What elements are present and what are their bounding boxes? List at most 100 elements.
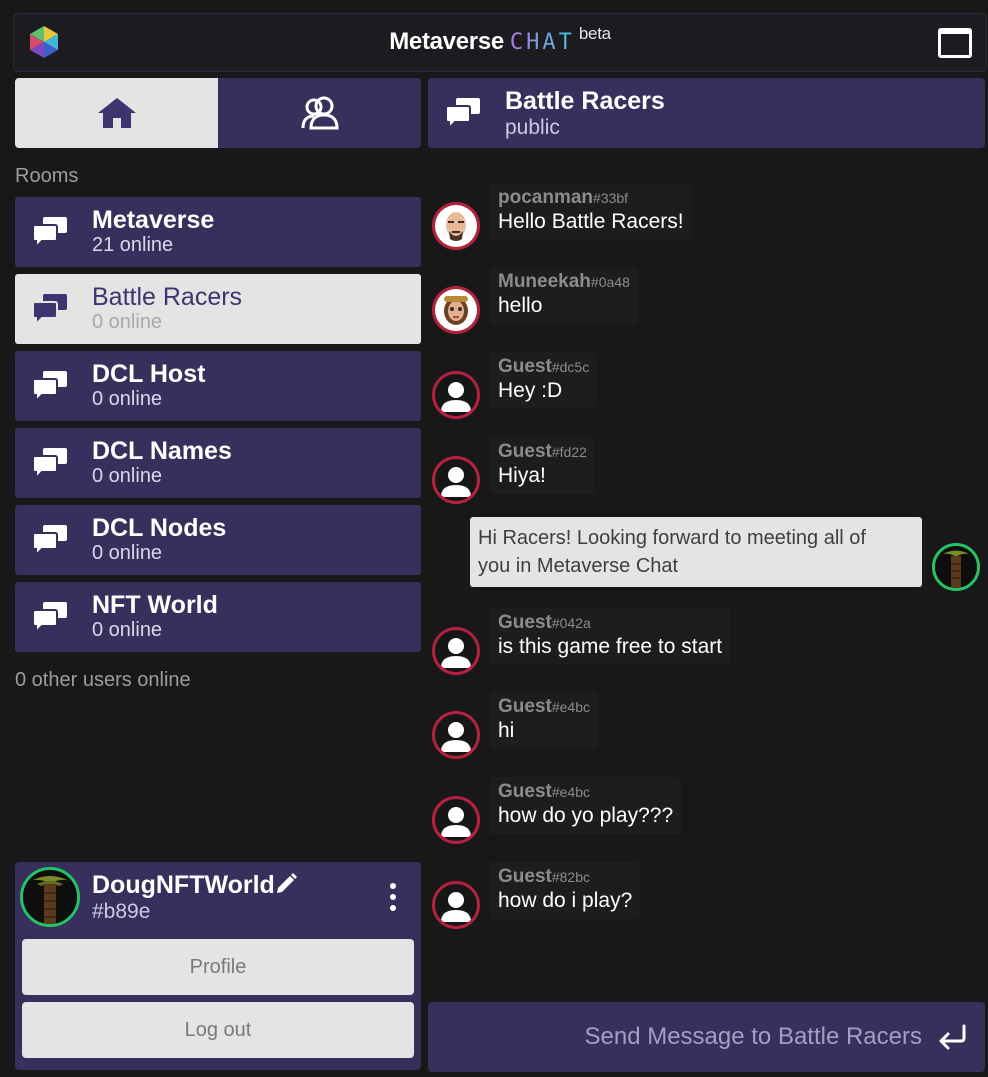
room-online-count: 0 online [92,465,163,487]
message-composer [428,1002,985,1072]
message-user-hash: #0a48 [590,274,630,290]
chat-bubbles-icon [445,98,480,130]
message-text: how do i play? [498,889,633,912]
message-username: Guest [498,781,552,802]
message-username: Guest [498,356,552,377]
message-text: is this game free to start [498,635,723,658]
tab-users[interactable] [218,78,421,148]
room-item-battle-racers[interactable]: Battle Racers 0 online [15,274,421,344]
avatar[interactable] [932,543,980,591]
avatar[interactable] [432,881,480,929]
avatar[interactable] [432,456,480,504]
message-bubble: Guest#fd22 Hiya! [490,437,595,494]
room-online-count: 0 online [92,542,163,564]
chat-bubbles-icon [32,525,67,557]
room-name: Metaverse [92,206,215,234]
woman-avatar-icon [435,289,477,331]
profile-card: DougNFTWorld #b89e Profile Log out [15,862,421,1070]
my-message-line: Hi Racers! Looking forward to meeting al… [478,527,866,549]
room-online-count: 21 online [92,234,174,256]
avatar[interactable] [432,371,480,419]
message-bubble: Guest#e4bc how do yo play??? [490,777,682,834]
beta-label: beta [578,24,611,43]
profile-tag: #b89e [92,900,151,923]
tab-home[interactable] [15,78,218,148]
message-text: Hiya! [498,464,546,487]
avatar[interactable] [432,627,480,675]
palm-tree-avatar-icon [23,870,77,924]
avatar[interactable] [432,711,480,759]
avatar[interactable] [432,796,480,844]
default-user-avatar-icon [441,638,471,668]
chat-window: Metaverse CHAT beta Rooms Metaverse 21 onl… [0,0,988,1077]
default-user-avatar-icon [441,722,471,752]
message-text: Hello Battle Racers! [498,210,684,233]
rooms-heading: Rooms [15,165,79,187]
channel-header: Battle Racers public [428,78,985,148]
channel-name: Battle Racers [505,87,665,115]
pencil-edit-icon[interactable] [275,873,297,895]
default-user-avatar-icon [441,807,471,837]
room-name: NFT World [92,591,218,619]
message-input[interactable] [444,1002,922,1072]
room-name: Battle Racers [92,283,243,311]
room-online-count: 0 online [92,388,163,410]
window-maximize-icon[interactable] [938,28,972,58]
message-text: hi [498,719,515,742]
app-title: Metaverse CHAT beta [14,24,986,56]
palm-tree-avatar-icon [935,546,977,588]
message-username: Muneekah [498,271,591,292]
default-user-avatar-icon [441,382,471,412]
message-user-hash: #dc5c [551,359,590,375]
room-online-count: 0 online [92,619,163,641]
message-bubble: Guest#dc5c Hey :D [490,352,598,409]
message-username: Guest [498,696,552,717]
app-header: Metaverse CHAT beta [13,13,987,72]
bald-man-avatar-icon [435,205,477,247]
room-name: DCL Host [92,360,206,388]
app-title-chat: CHAT [509,30,575,55]
message-bubble: Muneekah#0a48 hello [490,267,638,324]
users-icon [301,96,339,130]
message-username: Guest [498,441,552,462]
message-username: Guest [498,612,552,633]
my-message-line: you in Metaverse Chat [478,555,679,577]
avatar[interactable] [432,202,480,250]
enter-return-icon[interactable] [936,1024,968,1050]
logout-button[interactable]: Log out [22,1002,414,1058]
room-item-nft-world[interactable]: NFT World 0 online [15,582,421,652]
message-text: Hey :D [498,379,563,402]
message-text: how do yo play??? [498,804,674,827]
room-name: DCL Nodes [92,514,227,542]
message-username: pocanman [498,187,594,208]
avatar[interactable] [432,286,480,334]
message-user-hash: #042a [551,615,591,631]
kebab-menu-icon[interactable] [388,882,398,912]
room-item-dcl-nodes[interactable]: DCL Nodes 0 online [15,505,421,575]
chat-bubbles-icon [32,217,67,249]
message-bubble: Guest#82bc how do i play? [490,862,641,919]
chat-bubbles-icon [32,448,67,480]
message-bubble: pocanman#33bf Hello Battle Racers! [490,183,692,240]
avatar[interactable] [20,867,80,927]
room-item-metaverse[interactable]: Metaverse 21 online [15,197,421,267]
room-item-dcl-names[interactable]: DCL Names 0 online [15,428,421,498]
message-user-hash: #33bf [593,190,629,206]
channel-visibility: public [505,116,560,139]
room-online-count: 0 online [92,311,163,333]
default-user-avatar-icon [441,467,471,497]
message-user-hash: #e4bc [551,699,591,715]
message-user-hash: #82bc [551,869,591,885]
chat-bubbles-icon [32,294,67,326]
message-username: Guest [498,866,552,887]
room-item-dcl-host[interactable]: DCL Host 0 online [15,351,421,421]
chat-bubbles-icon [32,371,67,403]
message-text: hello [498,294,543,317]
chat-bubbles-icon [32,602,67,634]
message-bubble: Guest#e4bc hi [490,692,599,749]
home-icon [97,98,136,128]
my-message-bubble: Hi Racers! Looking forward to meeting al… [470,517,922,587]
message-user-hash: #fd22 [551,444,587,460]
other-users-online: 0 other users online [15,669,191,691]
profile-button[interactable]: Profile [22,939,414,995]
